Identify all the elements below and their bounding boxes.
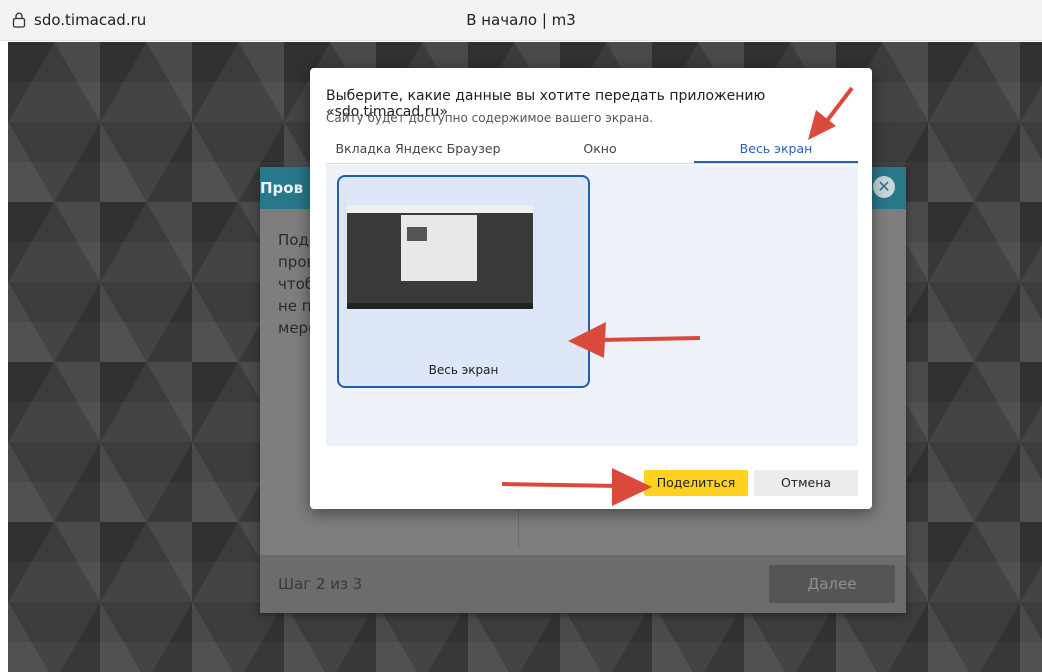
arrow-to-entire-screen-tab	[808, 86, 854, 140]
arrow-to-thumbnail	[568, 322, 701, 358]
annotation-arrows	[501, 86, 854, 506]
arrow-to-share-button	[501, 468, 652, 506]
